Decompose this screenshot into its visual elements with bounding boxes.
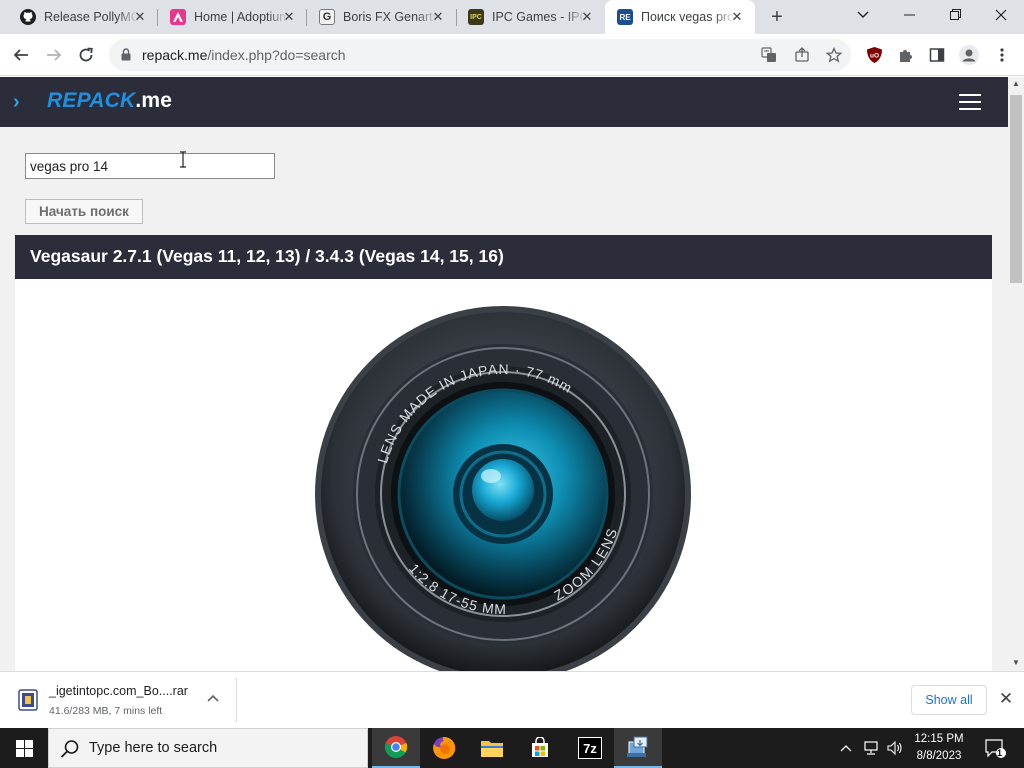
reload-button[interactable] <box>74 43 98 67</box>
tab-search-vegas[interactable]: RE Поиск vegas pro ✕ <box>605 0 755 34</box>
url-text[interactable]: repack.me/index.php?do=search <box>142 47 346 63</box>
share-icon[interactable] <box>792 45 812 65</box>
7zip-icon[interactable]: 7z <box>566 728 614 768</box>
volume-icon[interactable] <box>884 728 906 768</box>
ublock-origin-icon[interactable]: uO <box>862 43 886 67</box>
tab-title: Поиск vegas pro <box>641 10 735 24</box>
hamburger-menu-icon[interactable] <box>959 94 981 110</box>
download-status: 41.6/283 MB, 7 mins left <box>49 705 163 717</box>
chevron-up-icon[interactable] <box>204 690 222 708</box>
github-icon <box>20 9 36 25</box>
rar-file-icon[interactable] <box>18 689 38 711</box>
download-shelf: _igetintopc.com_Bo....rar 41.6/283 MB, 7… <box>0 671 1024 728</box>
file-explorer-icon[interactable] <box>468 728 516 768</box>
close-tab-icon[interactable]: ✕ <box>729 9 745 25</box>
extensions-puzzle-icon[interactable] <box>894 43 918 67</box>
show-hidden-icons-chevron-icon[interactable] <box>836 728 856 768</box>
site-logo[interactable]: REPACK.me <box>47 89 172 113</box>
chrome-menu-icon[interactable] <box>990 43 1014 67</box>
side-panel-icon[interactable] <box>925 43 949 67</box>
tab-release-pollymc[interactable]: Release PollyMC ✕ <box>0 0 158 34</box>
chrome-icon[interactable] <box>372 728 420 768</box>
scroll-up-arrow-icon[interactable]: ▲ <box>1012 79 1020 88</box>
forward-button[interactable] <box>42 43 66 67</box>
nav-chevron-icon[interactable]: › <box>13 91 20 114</box>
address-bar[interactable]: repack.me/index.php?do=search <box>109 39 851 71</box>
g-favicon-icon: G <box>319 9 335 25</box>
notification-count-badge: 1 <box>997 748 1003 758</box>
page-viewport: › REPACK.me Начать поиск Vegasaur 2.7.1 … <box>0 77 1008 671</box>
search-icon <box>60 740 79 758</box>
browser-toolbar: repack.me/index.php?do=search uO <box>0 34 1024 76</box>
tab-search-dropdown-icon[interactable] <box>840 0 886 30</box>
bookmark-star-icon[interactable] <box>824 45 844 65</box>
tab-ipc-games[interactable]: IPC IPC Games - IPC ✕ <box>448 0 605 34</box>
search-input[interactable] <box>25 153 275 179</box>
tab-title: Release PollyMC <box>44 10 138 24</box>
restore-button[interactable] <box>932 0 978 30</box>
show-all-downloads-button[interactable]: Show all <box>911 685 987 715</box>
close-tab-icon[interactable]: ✕ <box>430 9 446 25</box>
taskbar-search-placeholder: Type here to search <box>89 740 218 756</box>
microsoft-store-icon[interactable] <box>516 728 564 768</box>
start-search-button[interactable]: Начать поиск <box>25 199 143 224</box>
new-tab-button[interactable]: + <box>766 6 788 28</box>
close-tab-icon[interactable]: ✕ <box>579 9 595 25</box>
firefox-icon[interactable] <box>420 728 468 768</box>
windows-start-icon[interactable] <box>0 728 48 768</box>
scroll-down-arrow-icon[interactable]: ▼ <box>1012 658 1020 667</box>
profile-avatar-icon[interactable] <box>957 43 981 67</box>
adoptium-icon <box>170 9 186 25</box>
windows-taskbar: Type here to search 7z 12:15 PM 8/8/2023… <box>0 728 1024 768</box>
tab-adoptium[interactable]: Home | Adoptium ✕ <box>150 0 307 34</box>
tab-title: Boris FX Genarts <box>343 10 437 24</box>
close-window-button[interactable] <box>978 0 1024 30</box>
minimize-button[interactable] <box>886 0 932 30</box>
close-download-shelf-icon[interactable]: ✕ <box>996 689 1016 709</box>
taskbar-search-box[interactable]: Type here to search <box>48 728 368 768</box>
repack-favicon-icon: RE <box>617 9 633 25</box>
system-clock[interactable]: 12:15 PM 8/8/2023 <box>906 731 972 765</box>
back-button[interactable] <box>9 43 33 67</box>
svg-text:7z: 7z <box>583 741 597 756</box>
tab-boris-fx[interactable]: G Boris FX Genarts ✕ <box>299 0 456 34</box>
ipc-games-icon: IPC <box>468 9 484 25</box>
close-tab-icon[interactable]: ✕ <box>281 9 297 25</box>
lock-icon[interactable] <box>121 48 131 61</box>
download-filename[interactable]: _igetintopc.com_Bo....rar <box>49 684 188 698</box>
tab-title: Home | Adoptium <box>194 10 288 24</box>
translate-icon[interactable] <box>759 45 779 65</box>
result-title[interactable]: Vegasaur 2.7.1 (Vegas 11, 12, 13) / 3.4.… <box>15 235 992 279</box>
camera-lens-image[interactable]: LENS MADE IN JAPAN · 77 mm ZOOM LENS 1:2… <box>313 304 693 671</box>
tab-title: IPC Games - IPC <box>492 10 586 24</box>
svg-text:uO: uO <box>869 53 878 60</box>
app-installer-icon[interactable] <box>614 728 662 768</box>
notification-center-icon[interactable]: 1 <box>980 728 1010 768</box>
divider <box>236 678 237 722</box>
scrollbar-thumb[interactable] <box>1010 95 1022 283</box>
network-icon[interactable] <box>860 728 882 768</box>
page-scrollbar[interactable]: ▲ ▼ <box>1008 77 1024 671</box>
tab-strip: Release PollyMC ✕ Home | Adoptium ✕ G Bo… <box>0 0 1024 34</box>
site-header: › REPACK.me <box>0 77 1008 127</box>
text-cursor-icon <box>180 151 186 168</box>
close-tab-icon[interactable]: ✕ <box>132 9 148 25</box>
result-body: LENS MADE IN JAPAN · 77 mm ZOOM LENS 1:2… <box>15 279 992 671</box>
